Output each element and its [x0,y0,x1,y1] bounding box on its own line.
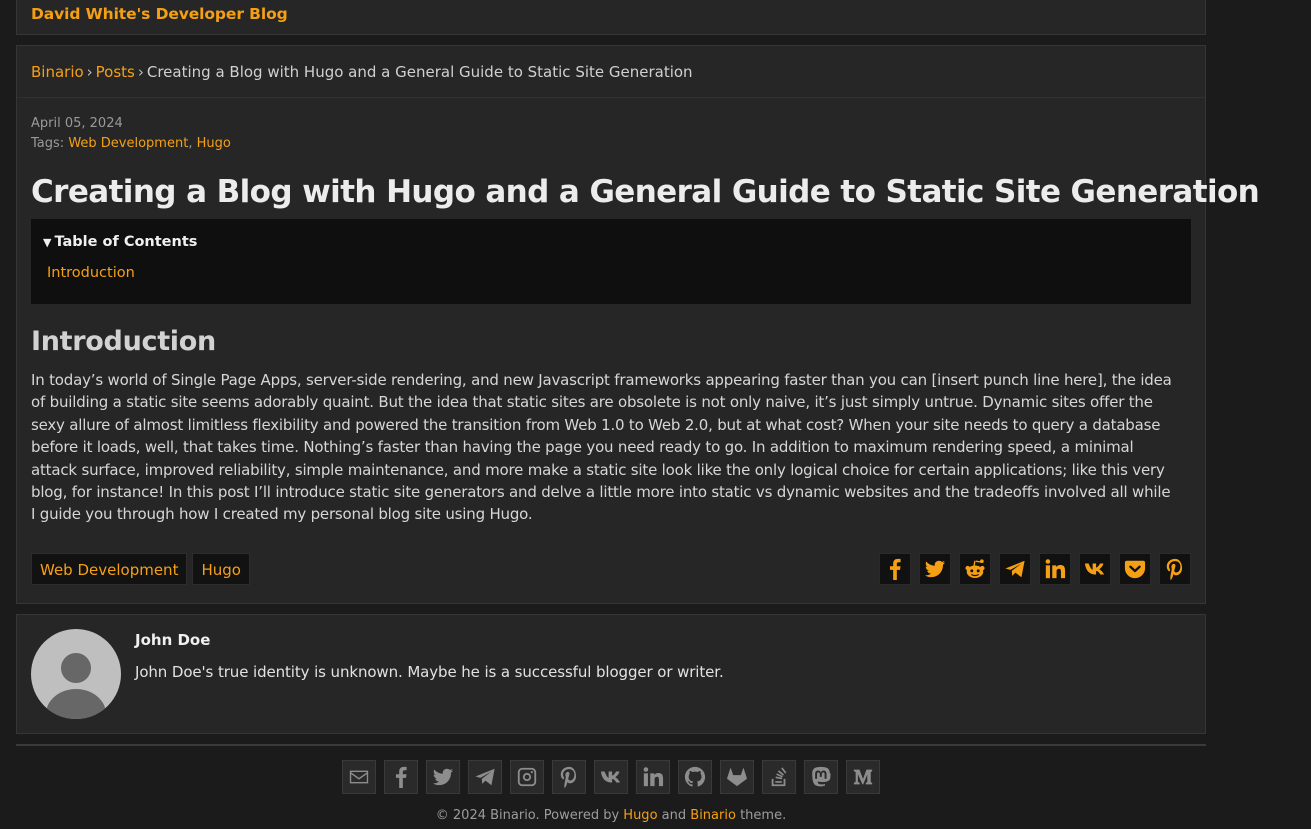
social-twitter-button[interactable] [426,760,460,794]
social-telegram-button[interactable] [468,760,502,794]
breadcrumb-home-link[interactable]: Binario [31,63,84,81]
avatar [31,629,121,719]
post-meta: April 05, 2024 Tags: Web Development, Hu… [17,98,1205,154]
table-of-contents: ▼ Table of Contents Introduction [31,219,1191,304]
tag-pill-web-development[interactable]: Web Development [31,553,188,585]
gitlab-icon [727,768,747,787]
social-gitlab-button[interactable] [720,760,754,794]
author-name: John Doe [135,631,211,649]
share-reddit-button[interactable] [959,553,991,585]
social-stackoverflow-button[interactable] [762,760,796,794]
post-body-paragraph: In today’s world of Single Page Apps, se… [31,371,1172,524]
social-linkedin-button[interactable] [636,760,670,794]
section-heading-introduction: Introduction [31,326,216,357]
social-instagram-button[interactable] [510,760,544,794]
tags-label: Tags: [31,136,65,151]
linkedin-icon [1045,559,1066,579]
linkedin-icon [643,767,664,787]
breadcrumb-current: Creating a Blog with Hugo and a General … [146,63,693,81]
share-pocket-button[interactable] [1119,553,1151,585]
site-header: David White's Developer Blog [16,0,1206,35]
social-facebook-button[interactable] [384,760,418,794]
social-pinterest-button[interactable] [552,760,586,794]
copyright-text: © 2024 Binario. Powered by [435,808,620,823]
author-card: John Doe John Doe's true identity is unk… [16,614,1206,734]
toc-toggle[interactable]: ▼ Table of Contents [43,234,1179,250]
medium-icon [853,769,873,785]
breadcrumb: Binario › Posts › Creating a Blog with Hugo … [17,46,1205,98]
reddit-icon [965,559,985,578]
meta-tag-hugo[interactable]: Hugo [197,136,231,151]
share-buttons [871,553,1191,585]
pinterest-icon [560,766,577,788]
vk-icon [1084,563,1105,575]
post-title: Creating a Blog with Hugo and a General … [31,174,1260,210]
author-bio: John Doe's true identity is unknown. May… [135,663,724,681]
avatar-head [61,653,91,683]
mastodon-icon [812,766,831,787]
telegram-icon [1005,560,1025,578]
vk-icon [600,771,621,783]
copyright-suffix: theme. [740,808,787,823]
facebook-icon [889,558,901,580]
triangle-down-icon: ▼ [43,236,52,249]
share-twitter-button[interactable] [919,553,951,585]
social-vk-button[interactable] [594,760,628,794]
twitter-icon [924,560,946,578]
social-github-button[interactable] [678,760,712,794]
pocket-icon [1124,560,1146,579]
avatar-body [46,689,106,719]
email-icon [349,770,369,784]
site-title-link[interactable]: David White's Developer Blog [31,5,288,23]
telegram-icon [475,768,495,786]
hugo-link[interactable]: Hugo [623,808,657,823]
share-pinterest-button[interactable] [1159,553,1191,585]
footer-divider [16,744,1206,746]
binario-theme-link[interactable]: Binario [690,808,736,823]
social-mastodon-button[interactable] [804,760,838,794]
post-card: Binario › Posts › Creating a Blog with Hugo … [16,45,1260,604]
social-email-button[interactable] [342,760,376,794]
stackoverflow-icon [771,767,787,787]
pinterest-icon [1166,558,1183,580]
breadcrumb-separator: › [86,63,93,81]
post-footer: Web Development Hugo [31,553,1191,585]
twitter-icon [432,768,454,786]
toc-link-introduction[interactable]: Introduction [43,265,1179,281]
breadcrumb-posts-link[interactable]: Posts [96,63,135,81]
github-icon [684,766,706,787]
post-date: April 05, 2024 [31,116,123,131]
social-medium-button[interactable] [846,760,880,794]
post-tags-line: Tags: Web Development, Hugo [31,134,1191,154]
share-linkedin-button[interactable] [1039,553,1071,585]
share-telegram-button[interactable] [999,553,1031,585]
footer-social-links [342,760,888,794]
copyright-and: and [661,808,687,823]
tag-pill-hugo[interactable]: Hugo [192,553,250,585]
tag-separator: , [188,136,193,151]
copyright-line: © 2024 Binario. Powered by Hugo and Bina… [0,808,1222,823]
breadcrumb-separator: › [137,63,144,81]
facebook-icon [395,766,407,788]
share-facebook-button[interactable] [879,553,911,585]
share-vk-button[interactable] [1079,553,1111,585]
meta-tag-web-development[interactable]: Web Development [68,136,188,151]
toc-heading: Table of Contents [54,234,198,250]
instagram-icon [517,767,537,787]
